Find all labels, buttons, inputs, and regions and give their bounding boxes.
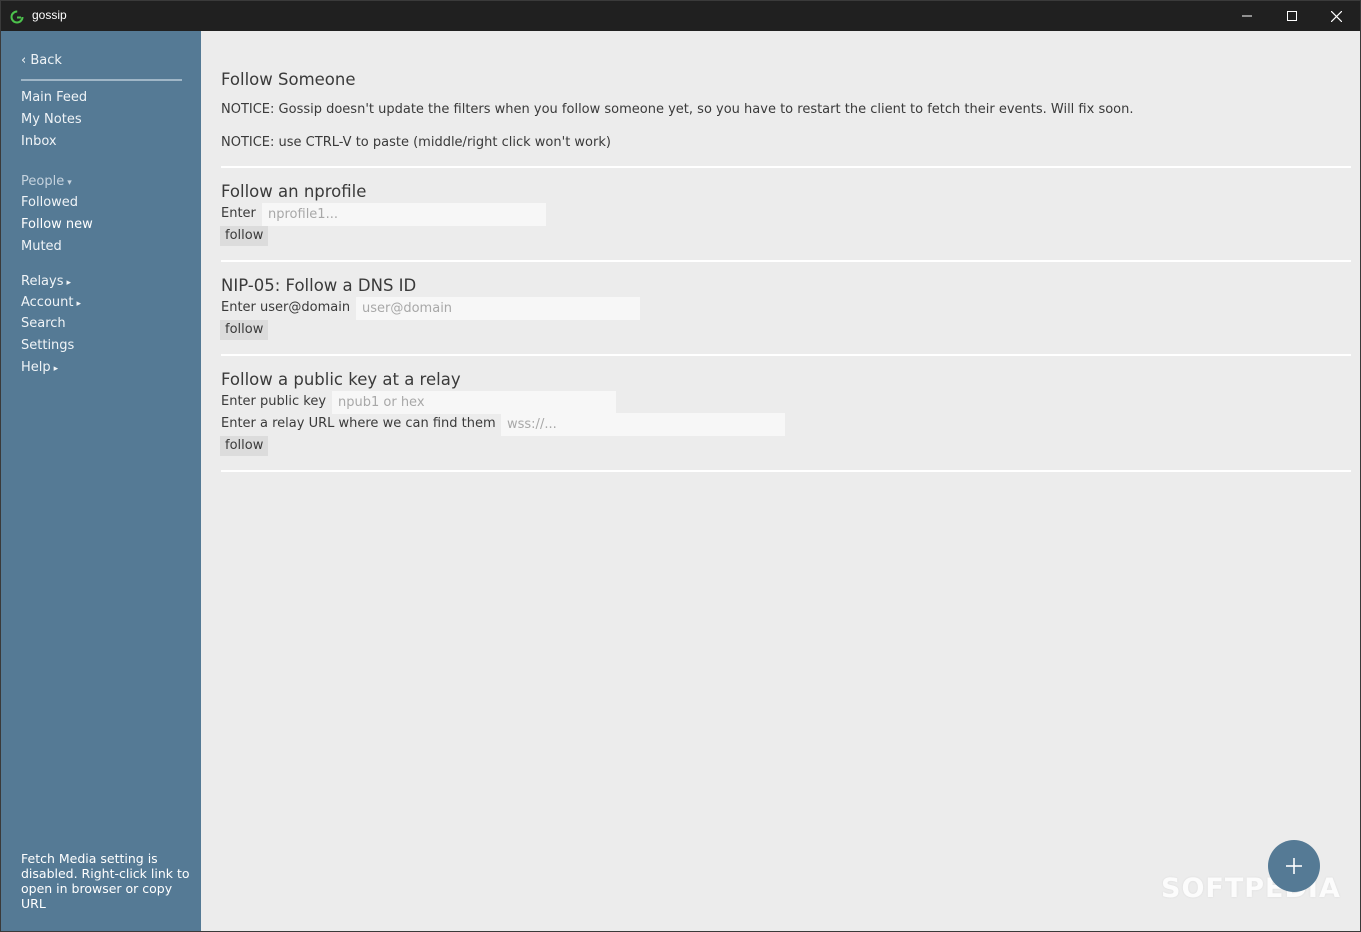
sidebar: ‹ Back Main Feed My Notes Inbox People ▾ … [1,31,201,931]
chevron-right-icon: ▸ [76,299,82,309]
maximize-button[interactable] [1269,1,1314,31]
sidebar-divider [21,79,182,81]
relay-url-label: Enter a relay URL where we can find them [221,416,496,431]
close-button[interactable] [1314,1,1359,31]
sidebar-section-people-label: People [21,174,65,189]
nip05-input[interactable] [356,297,640,320]
main-content: Follow Someone NOTICE: Gossip doesn't up… [201,31,1360,931]
sidebar-item-followed[interactable]: Followed [21,195,78,210]
window-title: gossip [32,8,67,22]
relay-url-input[interactable] [501,413,785,436]
minimize-icon [1241,15,1252,17]
sidebar-item-search[interactable]: Search [21,316,66,331]
new-note-button[interactable] [1268,840,1320,892]
sidebar-item-inbox[interactable]: Inbox [21,134,57,149]
nprofile-heading: Follow an nprofile [221,182,367,201]
follow-nip05-button[interactable]: follow [220,320,269,340]
sidebar-item-relays-label: Relays [21,274,64,289]
minimize-button[interactable] [1224,1,1269,31]
sidebar-section-people[interactable]: People ▾ [21,174,72,189]
nip05-heading: NIP-05: Follow a DNS ID [221,276,417,295]
pubkey-label: Enter public key [221,394,327,409]
sidebar-item-relays[interactable]: Relays ▸ [21,274,71,289]
back-link[interactable]: ‹ Back [21,53,62,68]
chevron-right-icon: ▸ [66,278,72,288]
page-title: Follow Someone [221,70,356,89]
chevron-down-icon: ▾ [67,178,72,188]
pubkey-heading: Follow a public key at a relay [221,370,461,389]
maximize-icon [1286,11,1297,21]
nprofile-input[interactable] [262,203,546,226]
section-divider [221,470,1351,472]
plus-icon [1286,858,1302,874]
pubkey-input[interactable] [332,391,616,414]
sidebar-item-settings[interactable]: Settings [21,338,74,353]
fetch-media-notice: Fetch Media setting is disabled. Right-c… [21,851,190,911]
title-bar[interactable]: gossip [1,1,1360,31]
sidebar-item-main-feed[interactable]: Main Feed [21,90,87,105]
notice-paste: NOTICE: use CTRL-V to paste (middle/righ… [221,135,611,150]
sidebar-item-help-label: Help [21,360,51,375]
follow-pubkey-button[interactable]: follow [220,436,269,456]
section-divider [221,260,1351,262]
app-window: gossip ‹ Back Main Feed My Notes Inbox P… [0,0,1361,932]
sidebar-item-account[interactable]: Account ▸ [21,295,81,310]
sidebar-item-my-notes[interactable]: My Notes [21,112,82,127]
nprofile-label: Enter [221,206,256,221]
follow-nprofile-button[interactable]: follow [220,226,269,246]
section-divider [221,166,1351,168]
sidebar-item-account-label: Account [21,295,74,310]
sidebar-item-muted[interactable]: Muted [21,239,62,254]
section-divider [221,354,1351,356]
nip05-label: Enter user@domain [221,300,351,315]
sidebar-item-follow-new[interactable]: Follow new [21,217,93,232]
chevron-right-icon: ▸ [53,364,59,374]
notice-filters: NOTICE: Gossip doesn't update the filter… [221,102,1134,117]
sidebar-item-help[interactable]: Help ▸ [21,360,58,375]
gossip-logo-icon [10,9,24,24]
close-icon [1331,10,1342,22]
